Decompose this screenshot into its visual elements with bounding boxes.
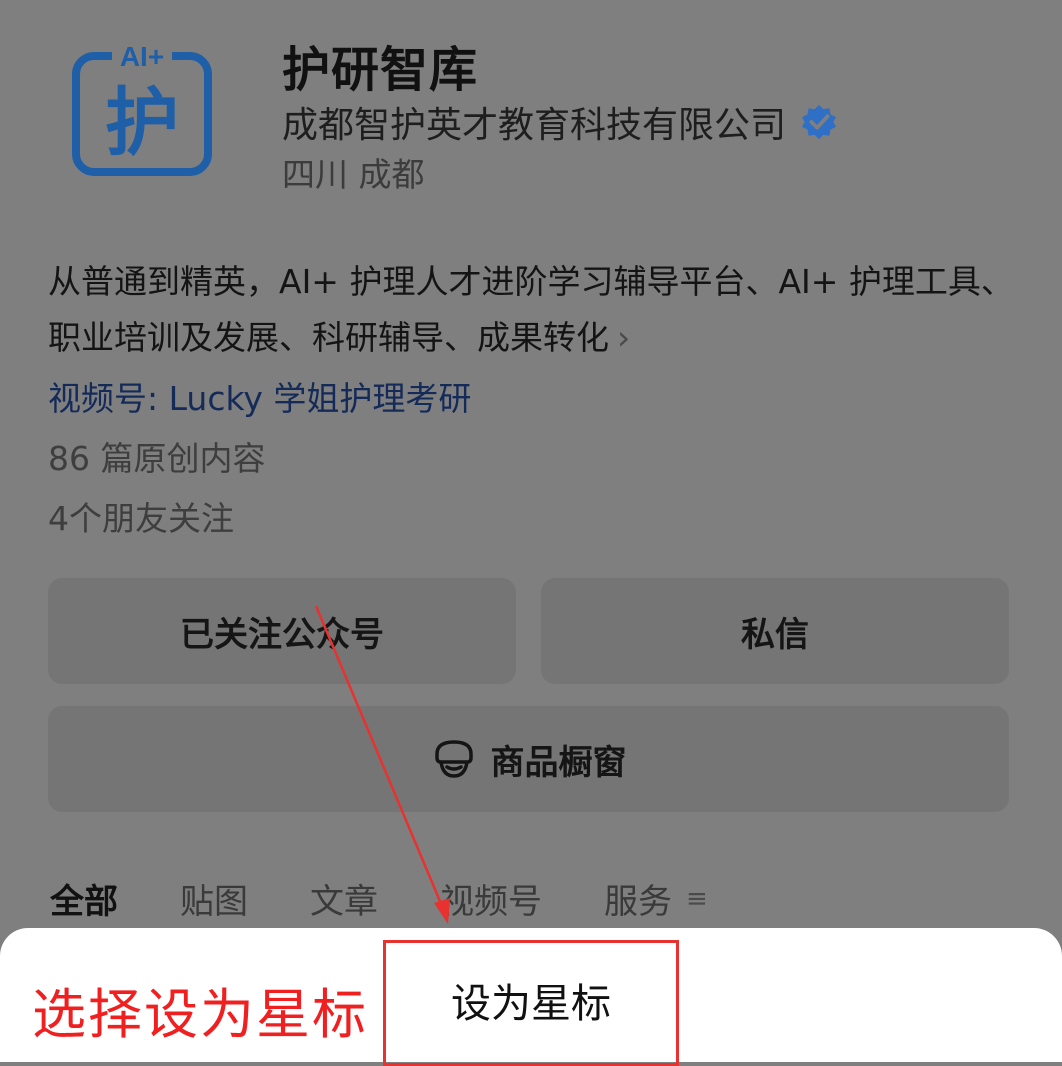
tab-articles[interactable]: 文章 [310,874,378,923]
annotation-label: 选择设为星标 [32,983,368,1046]
message-button[interactable]: 私信 [541,578,1009,684]
shop-window-button[interactable]: 商品橱窗 [48,706,1009,812]
shop-window-label: 商品橱窗 [490,742,627,783]
company-row[interactable]: 成都智护英才教育科技有限公司 [282,96,838,148]
svg-text:护: 护 [105,80,179,166]
tab-services[interactable]: 服务 [604,874,672,923]
tab-all[interactable]: 全部 [50,874,118,923]
chevron-right-icon[interactable]: › [617,318,630,357]
shop-window-icon [434,740,473,778]
followed-button[interactable]: 已关注公众号 [48,578,516,684]
description-text: 从普通到精英，AI+ 护理人才进阶学习辅导平台、AI+ 护理工具、职业培训及发展… [48,262,1014,357]
menu-lines-icon[interactable]: ≡ [686,884,708,914]
content-tabs: 全部 贴图 文章 视频号 服务 ≡ [50,874,708,923]
verified-badge-icon [801,104,837,140]
account-logo: AI+ 护 [72,41,212,176]
tab-images[interactable]: 贴图 [180,874,248,923]
followed-button-label: 已关注公众号 [180,614,384,655]
location: 四川 成都 [282,155,425,194]
account-description[interactable]: 从普通到精英，AI+ 护理人才进阶学习辅导平台、AI+ 护理工具、职业培训及发展… [48,254,1028,366]
svg-text:AI+: AI+ [120,41,164,72]
friends-following[interactable]: 4个朋友关注 [48,492,234,540]
message-button-label: 私信 [741,614,809,655]
account-profile-page: AI+ 护 护研智库 成都智护英才教育科技有限公司 四川 成都 从普通到精英，A… [0,0,1062,1066]
account-name: 护研智库 [282,42,479,98]
annotation-highlight-box [383,940,679,1066]
channel-link[interactable]: 视频号: Lucky 学姐护理考研 [48,372,471,420]
original-content-count[interactable]: 86 篇原创内容 [48,432,265,480]
tab-channels[interactable]: 视频号 [440,874,542,923]
company-name: 成都智护英才教育科技有限公司 [282,105,787,146]
